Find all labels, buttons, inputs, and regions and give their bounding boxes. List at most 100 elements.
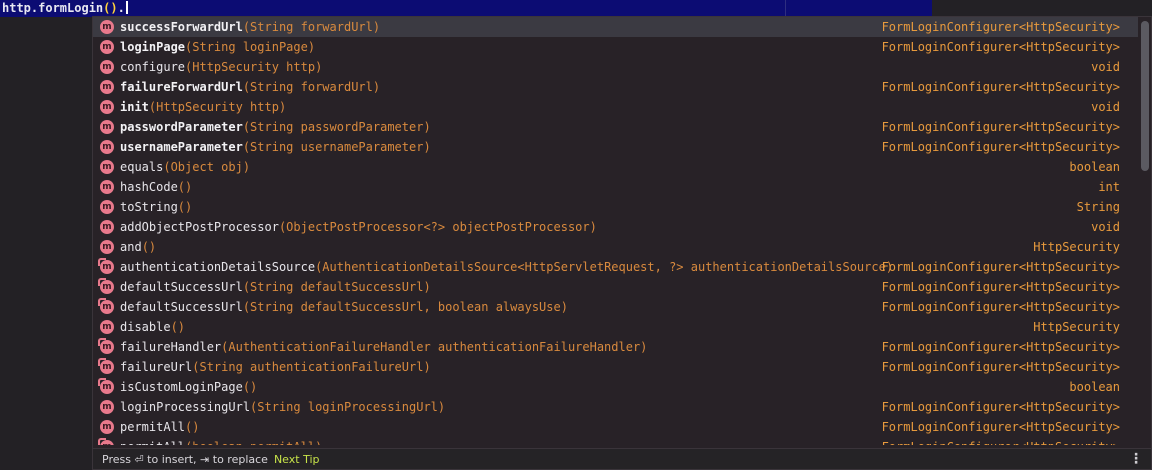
method-icon: m bbox=[98, 358, 114, 374]
method-params: (String defaultSuccessUrl, boolean alway… bbox=[242, 300, 568, 314]
method-params: (boolean permitAll) bbox=[185, 440, 322, 445]
completion-item[interactable]: m disable() HttpSecurity bbox=[93, 317, 1138, 337]
text-caret bbox=[125, 1, 128, 14]
completion-item[interactable]: m permitAll(boolean permitAll) FormLoginCo… bbox=[93, 437, 1138, 445]
method-params: () bbox=[141, 240, 157, 254]
method-name: disable bbox=[120, 320, 171, 334]
completion-item[interactable]: m authenticationDetailsSource (Authenticat… bbox=[93, 257, 1138, 277]
method-name: toString bbox=[120, 200, 178, 214]
return-type: int bbox=[1098, 180, 1120, 194]
completion-list[interactable]: m successForwardUrl (String forwardUrl) For… bbox=[93, 17, 1138, 445]
method-icon: m bbox=[100, 220, 114, 234]
completion-popup: m successForwardUrl (String forwardUrl) For… bbox=[92, 16, 1152, 470]
return-type: void bbox=[1091, 60, 1120, 74]
completion-item[interactable]: m defaultSuccessUrl (String defaultSuccess… bbox=[93, 277, 1138, 297]
completion-item[interactable]: m loginPage (String loginPage) FormLoginCon… bbox=[93, 37, 1138, 57]
completion-item[interactable]: m isCustomLoginPage() boolean bbox=[93, 377, 1138, 397]
method-params: () bbox=[177, 200, 193, 214]
method-name: and bbox=[120, 240, 142, 254]
method-name: failureUrl bbox=[120, 360, 193, 374]
return-type: HttpSecurity bbox=[1033, 320, 1120, 334]
method-name: permitAll bbox=[120, 440, 185, 445]
completion-item[interactable]: m failureForwardUrl (String forwardUrl) For… bbox=[93, 77, 1138, 97]
method-icon: m bbox=[98, 298, 114, 314]
completion-item[interactable]: m loginProcessingUrl (String loginProcessi… bbox=[93, 397, 1138, 417]
completion-item[interactable]: m failureHandler (AuthenticationFailureHan… bbox=[93, 337, 1138, 357]
method-icon: m bbox=[100, 100, 114, 114]
completion-item[interactable]: m and() HttpSecurity bbox=[93, 237, 1138, 257]
return-type: FormLoginConfigurer<HttpSecurity> bbox=[881, 420, 1120, 434]
completion-item[interactable]: m permitAll() FormLoginConfigurer<HttpSecu… bbox=[93, 417, 1138, 437]
method-icon: m bbox=[98, 438, 114, 445]
completion-scrollbar[interactable] bbox=[1141, 21, 1149, 171]
method-name: permitAll bbox=[120, 420, 186, 434]
method-params: () bbox=[170, 320, 186, 334]
method-params: (String defaultSuccessUrl) bbox=[242, 280, 431, 294]
method-name: addObjectPostProcessor bbox=[120, 220, 279, 234]
method-name: successForwardUrl bbox=[120, 20, 243, 34]
method-icon: m bbox=[100, 240, 114, 254]
return-type: void bbox=[1091, 220, 1120, 234]
method-icon: m bbox=[100, 80, 114, 94]
return-type: String bbox=[1076, 200, 1120, 214]
method-icon: m bbox=[98, 378, 114, 394]
method-name: failureHandler bbox=[120, 340, 222, 354]
method-icon: m bbox=[98, 338, 114, 354]
return-type: boolean bbox=[1069, 380, 1120, 394]
method-icon: m bbox=[100, 200, 114, 214]
editor-current-line[interactable]: http.formLogin(). bbox=[0, 0, 932, 17]
next-tip-link[interactable]: Next Tip bbox=[274, 453, 320, 466]
completion-item[interactable]: m configure (HttpSecurity http) void bbox=[93, 57, 1138, 77]
completion-item[interactable]: m equals (Object obj) boolean bbox=[93, 157, 1138, 177]
completion-item[interactable]: m init (HttpSecurity http) void bbox=[93, 97, 1138, 117]
return-type: FormLoginConfigurer<HttpSecurity> bbox=[881, 80, 1120, 94]
completion-item[interactable]: m addObjectPostProcessor (ObjectPostProces… bbox=[93, 217, 1138, 237]
return-type: FormLoginConfigurer<HttpSecurity> bbox=[881, 280, 1120, 294]
method-name: authenticationDetailsSource bbox=[120, 260, 316, 274]
method-name: hashCode bbox=[120, 180, 178, 194]
return-type: FormLoginConfigurer<HttpSecurity> bbox=[881, 340, 1120, 354]
method-icon: m bbox=[100, 160, 114, 174]
completion-status-bar: Press ⏎ to insert, ⇥ to replace Next Tip… bbox=[93, 448, 1151, 469]
method-name: usernameParameter bbox=[120, 140, 243, 154]
completion-item[interactable]: m successForwardUrl (String forwardUrl) For… bbox=[93, 17, 1138, 37]
completion-item[interactable]: m failureUrl (String authenticationFailure… bbox=[93, 357, 1138, 377]
method-name: defaultSuccessUrl bbox=[120, 300, 243, 314]
close-paren: ) bbox=[110, 1, 118, 15]
method-icon: m bbox=[100, 420, 114, 434]
return-type: FormLoginConfigurer<HttpSecurity> bbox=[881, 260, 1120, 274]
completion-item[interactable]: m hashCode() int bbox=[93, 177, 1138, 197]
dot-operator: . bbox=[117, 1, 125, 15]
code-text[interactable]: http.formLogin(). bbox=[2, 1, 128, 16]
insert-hint-text: Press ⏎ to insert, ⇥ to replace bbox=[102, 453, 268, 466]
return-type: FormLoginConfigurer<HttpSecurity> bbox=[881, 360, 1120, 374]
method-params: (HttpSecurity http) bbox=[185, 60, 323, 74]
method-icon: m bbox=[100, 320, 114, 334]
completion-item[interactable]: m usernameParameter (String usernameParame… bbox=[93, 137, 1138, 157]
more-options-icon[interactable]: ⋮ bbox=[1129, 452, 1143, 466]
method-params: (String forwardUrl) bbox=[242, 20, 381, 34]
completion-item[interactable]: m toString() String bbox=[93, 197, 1138, 217]
method-name: equals bbox=[120, 160, 164, 174]
return-type: FormLoginConfigurer<HttpSecurity> bbox=[881, 300, 1120, 314]
method-params: (AuthenticationFailureHandler authentica… bbox=[221, 340, 648, 354]
method-params: () bbox=[177, 180, 193, 194]
return-type: boolean bbox=[1069, 160, 1120, 174]
right-margin-guide bbox=[785, 0, 786, 17]
method-icon: m bbox=[100, 60, 114, 74]
return-type: FormLoginConfigurer<HttpSecurity> bbox=[881, 40, 1120, 54]
method-icon: m bbox=[100, 140, 114, 154]
method-params: () bbox=[242, 380, 258, 394]
return-type: FormLoginConfigurer<HttpSecurity> bbox=[882, 437, 1120, 445]
method-params: (String passwordParameter) bbox=[242, 120, 431, 134]
method-params: () bbox=[185, 420, 200, 434]
method-params: (String loginPage) bbox=[185, 40, 316, 54]
method-icon: m bbox=[100, 20, 114, 34]
method-icon: m bbox=[100, 120, 114, 134]
code-method-call: http.formLogin bbox=[2, 1, 104, 15]
method-name: isCustomLoginPage bbox=[120, 380, 243, 394]
method-params: (String usernameParameter) bbox=[242, 140, 431, 154]
method-params: (String authenticationFailureUrl) bbox=[192, 360, 431, 374]
completion-item[interactable]: m defaultSuccessUrl (String defaultSuccess… bbox=[93, 297, 1138, 317]
completion-item[interactable]: m passwordParameter (String passwordParame… bbox=[93, 117, 1138, 137]
